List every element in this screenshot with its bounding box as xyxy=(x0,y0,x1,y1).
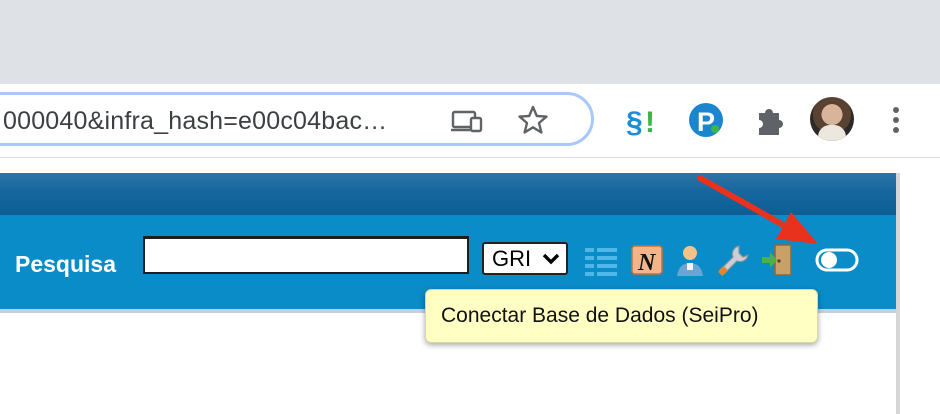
connect-database-toggle-icon[interactable] xyxy=(815,248,859,272)
url-text[interactable]: 000040&infra_hash=e00c04bac… xyxy=(3,107,387,136)
notes-n-icon[interactable]: N xyxy=(630,243,664,277)
settings-wrench-icon[interactable] xyxy=(716,243,750,277)
user-icon[interactable] xyxy=(673,243,707,277)
sei-extension-icon[interactable]: § ! xyxy=(624,100,664,140)
extensions-puzzle-icon[interactable] xyxy=(750,100,790,140)
svg-text:§: § xyxy=(626,106,643,139)
list-view-icon[interactable] xyxy=(584,243,618,277)
p-extension-icon[interactable]: P xyxy=(686,100,726,140)
tooltip: Conectar Base de Dados (SeiPro) xyxy=(425,289,818,343)
install-app-icon[interactable] xyxy=(451,109,483,133)
logout-door-icon[interactable] xyxy=(760,243,794,277)
profile-avatar[interactable] xyxy=(810,97,854,141)
bookmark-star-icon[interactable] xyxy=(518,105,548,135)
sei-page: Pesquisa GRI N Conectar Base de Dados (S… xyxy=(0,158,940,414)
unit-select[interactable]: GRI xyxy=(482,242,568,275)
header-band xyxy=(0,173,896,215)
browser-menu-icon[interactable] xyxy=(884,104,908,136)
unit-select-value: GRI xyxy=(492,246,532,271)
browser-toolbar: 000040&infra_hash=e00c04bac… § ! P xyxy=(0,84,940,158)
page-right-border xyxy=(896,173,900,414)
search-input[interactable] xyxy=(143,236,469,274)
svg-text:N: N xyxy=(637,250,657,276)
search-label: Pesquisa xyxy=(15,251,116,277)
chevron-down-icon xyxy=(542,253,560,265)
browser-tab-strip xyxy=(0,0,940,84)
svg-text:P: P xyxy=(697,107,715,137)
address-bar[interactable]: 000040&infra_hash=e00c04bac… xyxy=(0,92,594,146)
svg-text:!: ! xyxy=(645,106,655,139)
